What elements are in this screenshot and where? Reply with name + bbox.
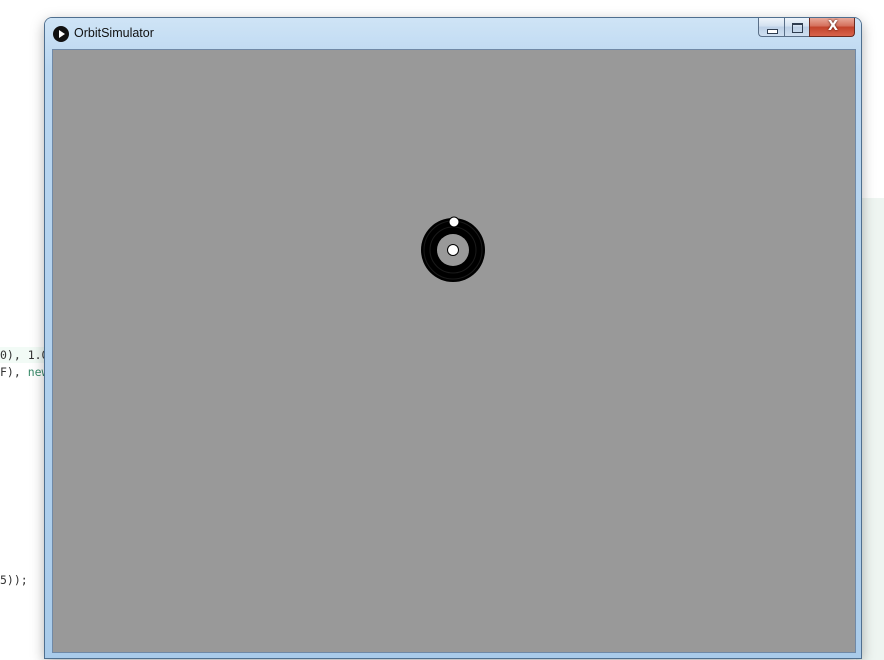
close-icon: X bbox=[827, 19, 839, 34]
code-line: 5)); bbox=[0, 573, 28, 587]
code-line: 0), 1.0 bbox=[0, 348, 49, 362]
maximize-icon bbox=[792, 23, 803, 33]
code-line: F), new bbox=[0, 365, 49, 379]
orbiting-body bbox=[448, 216, 460, 228]
caption-buttons: X bbox=[758, 18, 855, 38]
maximize-button[interactable] bbox=[784, 18, 809, 37]
orbit-system bbox=[421, 216, 485, 282]
simulation-canvas[interactable] bbox=[52, 49, 856, 653]
minimize-icon bbox=[767, 29, 778, 34]
central-body bbox=[447, 244, 459, 256]
window-title: OrbitSimulator bbox=[74, 26, 154, 40]
simulation-svg bbox=[421, 216, 485, 282]
title-bar[interactable]: OrbitSimulator X bbox=[45, 18, 861, 48]
orbit-simulator-window: OrbitSimulator X bbox=[45, 18, 861, 658]
processing-play-icon[interactable] bbox=[53, 26, 69, 42]
minimize-button[interactable] bbox=[758, 18, 784, 37]
close-button[interactable]: X bbox=[809, 18, 855, 37]
